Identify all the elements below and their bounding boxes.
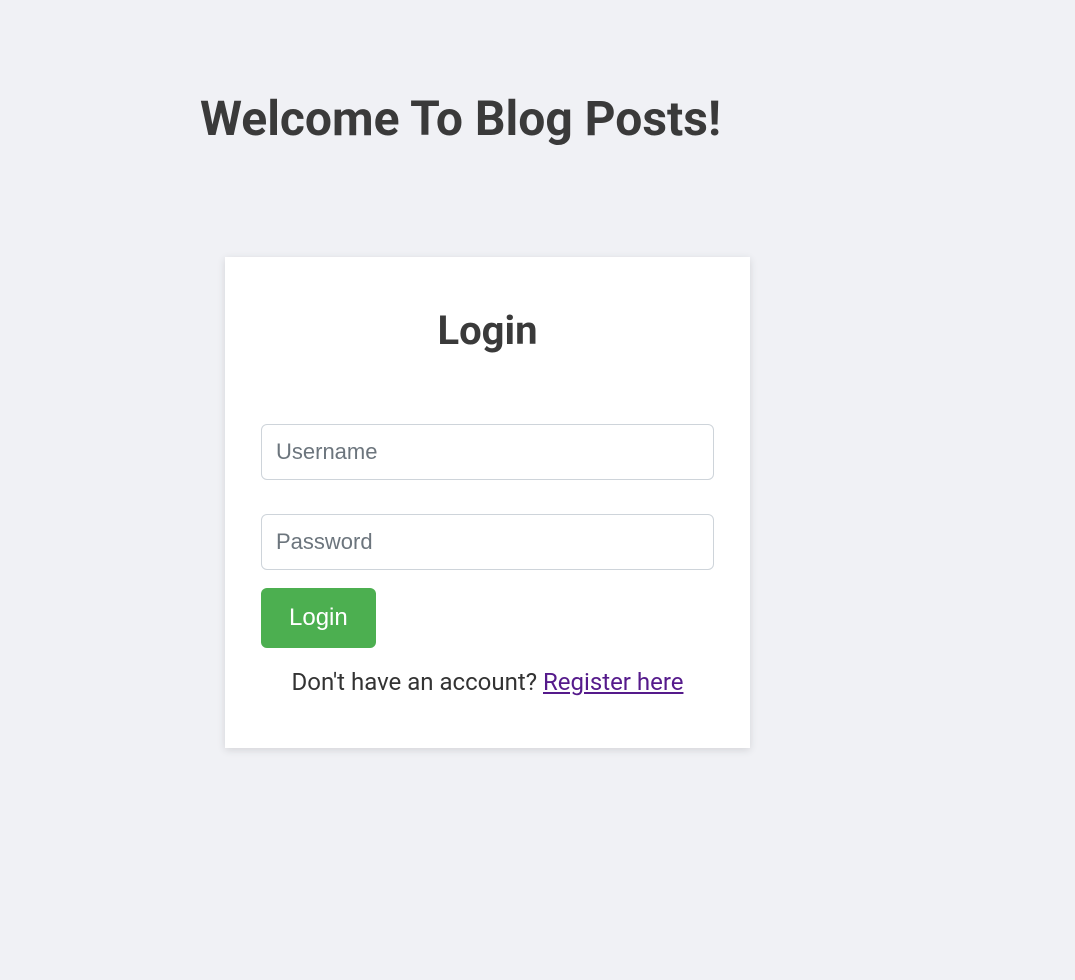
username-input[interactable] [261, 424, 714, 480]
login-card: Login Login Don't have an account? Regis… [225, 257, 750, 748]
password-input[interactable] [261, 514, 714, 570]
page-title: Welcome To Blog Posts! [200, 90, 1075, 147]
register-link[interactable]: Register here [543, 668, 683, 696]
login-title: Login [261, 307, 714, 354]
login-button[interactable]: Login [261, 588, 376, 648]
register-prompt: Don't have an account? [292, 668, 543, 696]
register-prompt-text: Don't have an account? Register here [261, 660, 714, 704]
